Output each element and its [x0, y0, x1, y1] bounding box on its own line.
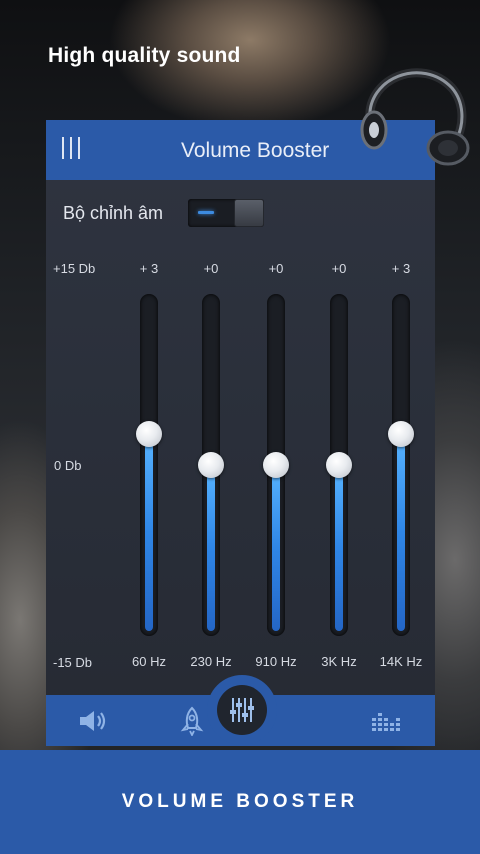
- db-max-label: +15 Db: [53, 261, 96, 276]
- band-frequency: 14K Hz: [379, 654, 423, 669]
- band-slider-fill: [207, 465, 215, 631]
- band-slider-fill: [145, 434, 153, 631]
- equalizer-tab-button[interactable]: [207, 675, 277, 745]
- band-slider-fill: [335, 465, 343, 631]
- band-frequency: 230 Hz: [190, 654, 232, 669]
- promo-footer: VOLUME BOOSTER: [0, 750, 480, 854]
- band-slider-thumb[interactable]: [263, 452, 289, 478]
- band-value: + 3: [391, 261, 411, 276]
- band-slider[interactable]: [388, 294, 414, 636]
- speaker-icon[interactable]: [64, 695, 124, 746]
- footer-title: VOLUME BOOSTER: [121, 791, 359, 812]
- db-mid-label: 0 Db: [54, 458, 82, 473]
- db-min-label: -15 Db: [53, 655, 93, 670]
- band-slider-thumb[interactable]: [136, 421, 162, 448]
- equalizer-sliders-icon[interactable]: [217, 685, 267, 735]
- band-slider[interactable]: [198, 294, 224, 636]
- band-slider-fill: [272, 465, 280, 631]
- band-slider[interactable]: [136, 294, 162, 636]
- band-slider-thumb[interactable]: [198, 452, 224, 478]
- menu-icon[interactable]: [62, 137, 80, 159]
- band-value: + 3: [139, 261, 159, 276]
- band-slider[interactable]: [263, 294, 289, 636]
- band-value: +0: [268, 261, 284, 276]
- band-frequency: 60 Hz: [132, 654, 166, 669]
- band-slider-thumb[interactable]: [326, 452, 352, 478]
- band-value: +0: [203, 261, 219, 276]
- band-slider[interactable]: [326, 294, 352, 636]
- band-slider-thumb[interactable]: [388, 421, 414, 448]
- band-slider-fill: [397, 434, 405, 631]
- band-value: +0: [331, 261, 347, 276]
- visualizer-bars-icon[interactable]: [356, 695, 416, 746]
- band-frequency: 3K Hz: [321, 654, 357, 669]
- band-frequency: 910 Hz: [255, 654, 297, 669]
